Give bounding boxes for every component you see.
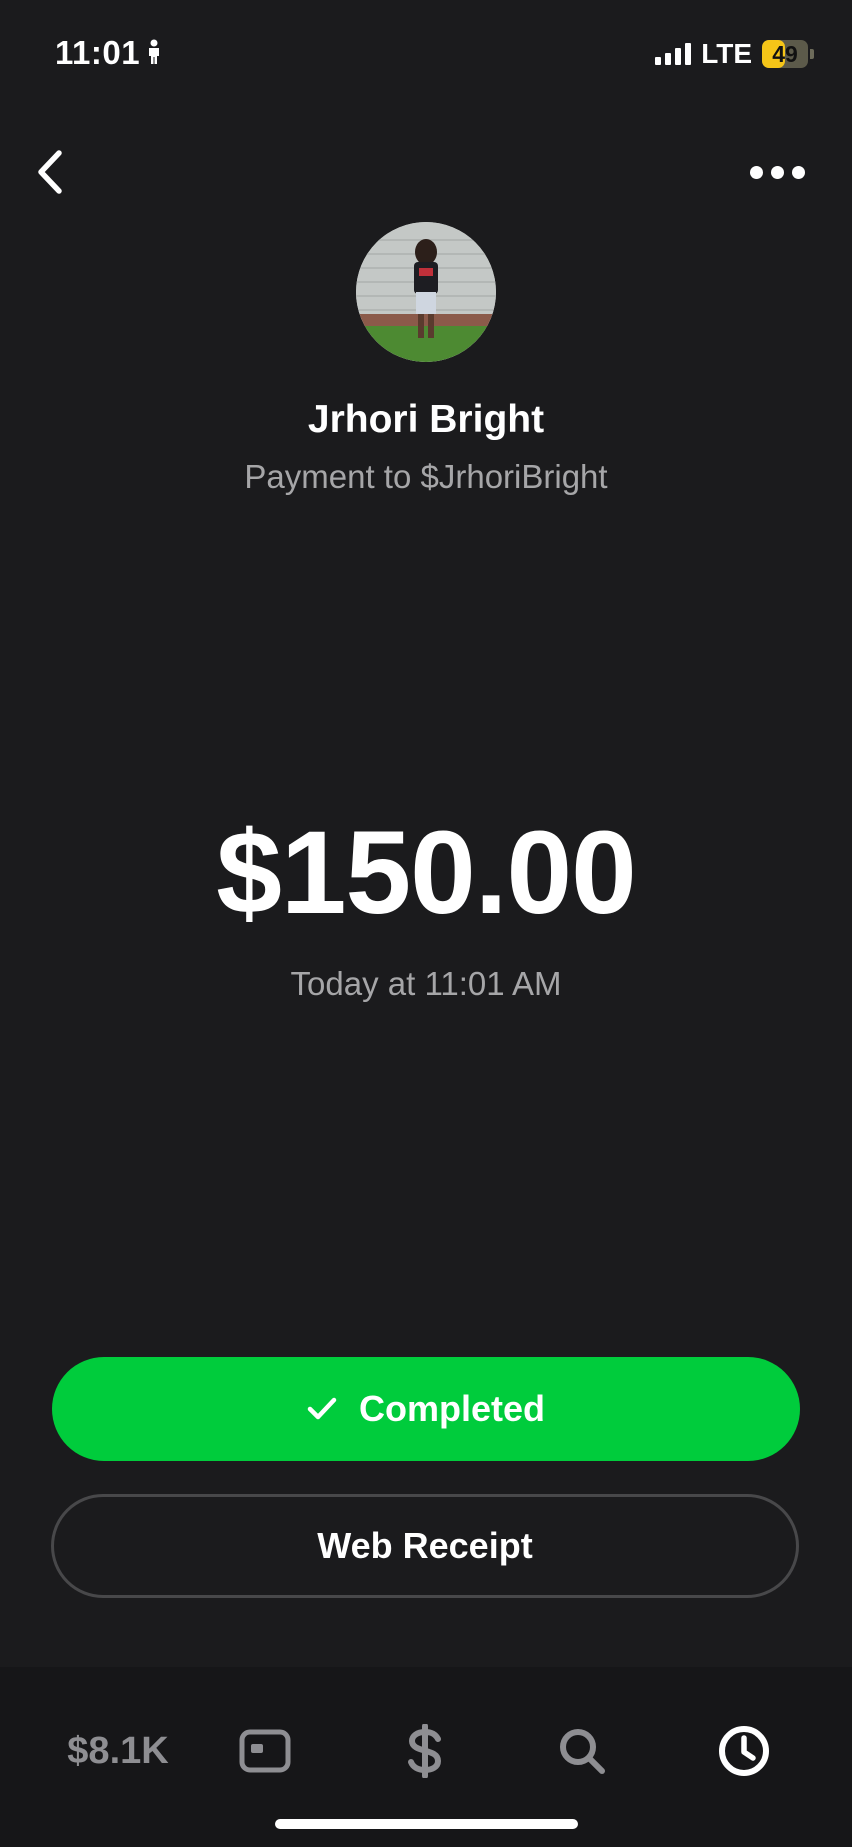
nav-pay[interactable] [395,1721,455,1781]
more-options-button[interactable] [742,154,812,190]
completed-status-button[interactable]: Completed [52,1357,800,1461]
status-time: 11:01 [55,34,141,71]
payment-amount: $150.00 [216,807,637,939]
recipient-avatar [356,222,496,362]
search-icon [560,1729,605,1774]
network-label: LTE [701,38,752,69]
nav-activity[interactable] [714,1721,774,1781]
status-bar: 11:01 LTE 49 [0,0,852,110]
battery-tip [810,49,814,59]
status-time-group: 11:01 [55,34,162,72]
payment-timestamp: Today at 11:01 AM [290,965,562,1002]
chevron-left-icon [38,150,62,194]
person-icon [146,39,162,70]
completed-label: Completed [358,1388,545,1429]
card-icon [239,1729,291,1773]
nav-balance[interactable]: $8.1K [58,1721,178,1781]
signal-icon [655,43,692,65]
clock-icon [719,1726,769,1776]
more-horizontal-icon [749,165,763,179]
avatar-photo [356,222,496,362]
back-button[interactable] [28,146,72,198]
nav-card[interactable] [235,1721,295,1781]
recipient-subtitle: Payment to $JrhoriBright [244,458,608,495]
nav-search[interactable] [552,1721,612,1781]
web-receipt-label: Web Receipt [317,1525,533,1566]
web-receipt-button[interactable]: Web Receipt [51,1494,799,1598]
status-indicators: LTE 49 [655,38,814,70]
checkmark-icon [307,1396,337,1422]
recipient-name: Jrhori Bright [307,398,545,441]
battery-icon: 49 [762,40,808,68]
home-indicator[interactable] [275,1819,578,1829]
battery-level: 49 [772,40,798,67]
dollar-icon [408,1724,442,1778]
